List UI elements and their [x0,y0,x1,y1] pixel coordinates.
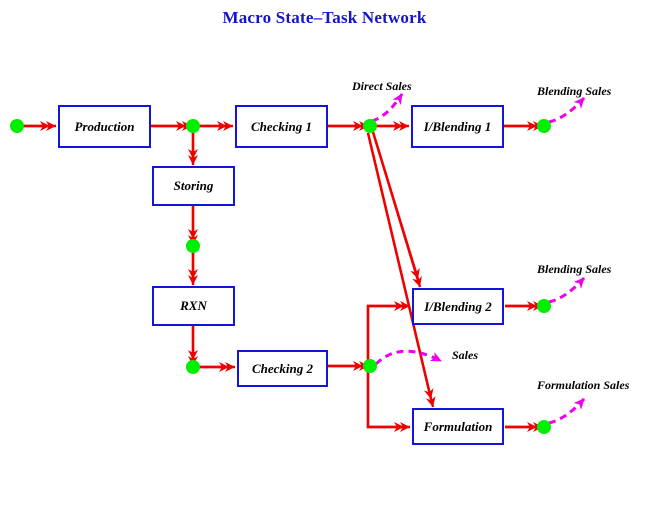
task-label-checking1: Checking 1 [250,118,313,134]
state-node-after-checking2[interactable] [363,359,377,373]
task-label-checking2: Checking 2 [251,360,314,376]
arrow-state-to-formulation-2 [366,368,404,432]
task-label-iblending2: I/Blending 2 [424,298,492,314]
formulation-sales-arrow [548,397,586,425]
label-formulation-sales: Formulation Sales [537,378,630,392]
arrow-state-to-formulation [366,368,410,432]
sales-arrow [374,349,442,366]
task-label-iblending1: I/Blending 1 [423,118,492,134]
arrow-state-to-iblending2-diagonal-2 [371,131,420,280]
state-node-raw-material[interactable] [10,119,24,133]
blending-sales-2-arrow [548,276,586,304]
diagram-canvas: Macro State–Task Network Production Chec… [0,0,649,527]
task-box-iblending2[interactable]: I/Blending 2 [412,288,504,325]
task-box-checking2[interactable]: Checking 2 [237,350,328,387]
task-label-rxn: RXN [180,298,207,313]
task-box-formulation[interactable]: Formulation [412,408,504,445]
state-node-after-iblending2[interactable] [537,299,551,313]
state-node-after-formulation[interactable] [537,420,551,434]
task-box-rxn[interactable]: RXN [152,286,235,326]
arrow-state-to-formulation-diagonal-2 [366,132,434,400]
task-label-production: Production [74,118,135,134]
task-box-iblending1[interactable]: I/Blending 1 [411,105,504,148]
task-label-storing: Storing [173,178,214,193]
direct-sales-arrow [371,93,404,123]
task-label-formulation: Formulation [423,418,493,434]
label-blending-sales-1: Blending Sales [537,84,612,98]
blending-sales-1-arrow [548,96,586,124]
state-node-after-production[interactable] [186,119,200,133]
task-box-production[interactable]: Production [58,105,151,148]
state-node-after-rxn[interactable] [186,360,200,374]
task-box-checking1[interactable]: Checking 1 [235,105,328,148]
state-node-after-checking1[interactable] [363,119,377,133]
label-sales: Sales [452,348,479,362]
state-node-after-iblending1[interactable] [537,119,551,133]
task-box-storing[interactable]: Storing [152,166,235,206]
state-node-after-storing[interactable] [186,239,200,253]
label-blending-sales-2: Blending Sales [537,262,612,276]
label-direct-sales: Direct Sales [352,79,412,93]
